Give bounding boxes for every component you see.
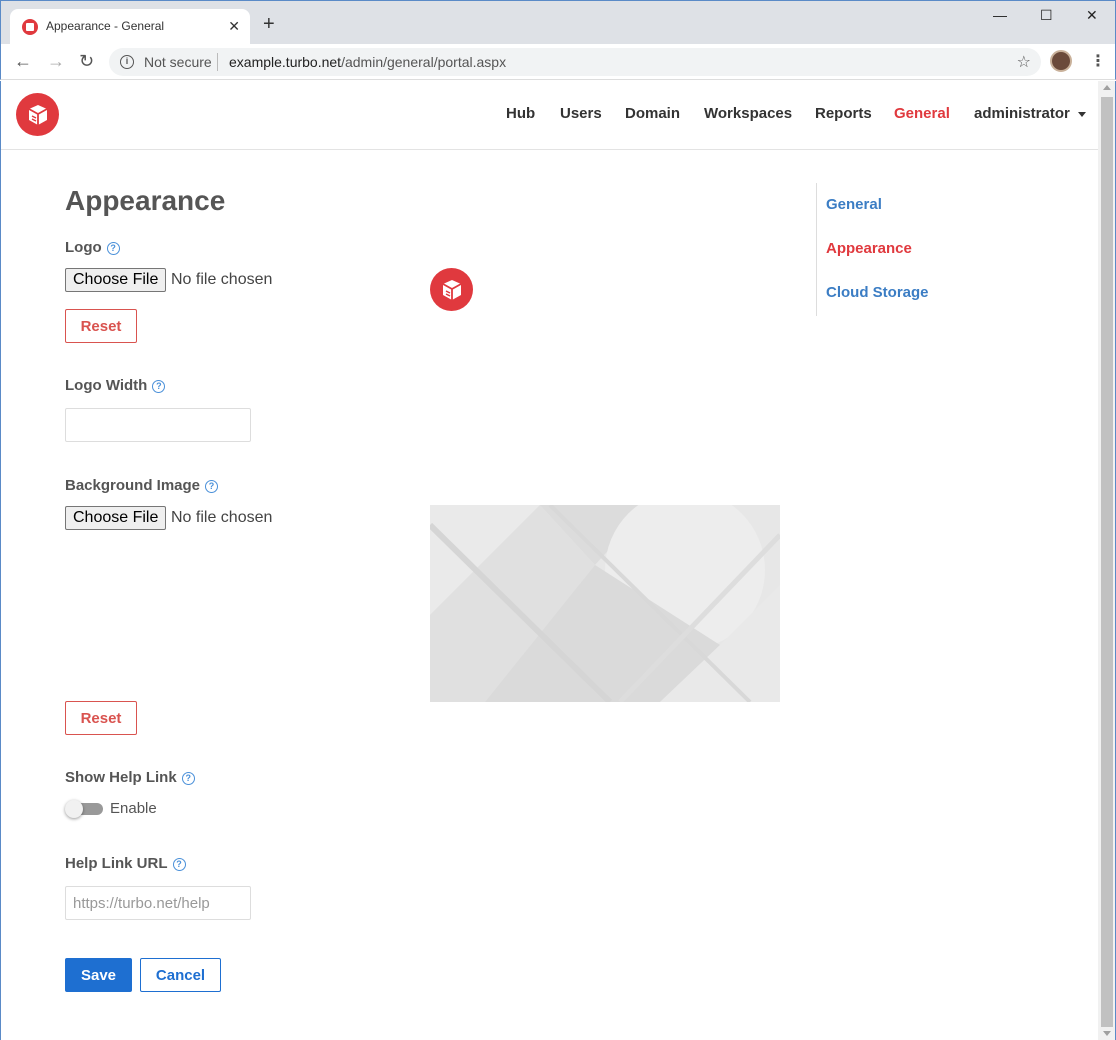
new-tab-icon[interactable]: + — [263, 14, 275, 34]
logo-file-status: No file chosen — [171, 271, 273, 288]
nav-general[interactable]: General — [894, 105, 950, 122]
show-help-link-label: Show Help Link? — [65, 769, 195, 786]
browser-tab[interactable]: Appearance - General ✕ — [10, 9, 250, 45]
logo-choose-file-button[interactable]: Choose File — [65, 268, 167, 292]
close-window-icon[interactable]: ✕ — [1086, 7, 1098, 24]
sidenav-divider — [816, 183, 817, 316]
sidenav-cloud-storage[interactable]: Cloud Storage — [826, 284, 929, 301]
cancel-button[interactable]: Cancel — [140, 958, 221, 992]
help-icon[interactable]: ? — [181, 772, 195, 785]
user-menu[interactable]: administrator — [974, 105, 1086, 122]
scroll-down-icon[interactable] — [1103, 1031, 1111, 1036]
scrollbar-thumb[interactable] — [1101, 97, 1113, 1027]
help-link-toggle-label: Enable — [110, 800, 157, 817]
url-path: /admin/general/portal.aspx — [341, 54, 507, 70]
address-bar[interactable]: i Not secure example.turbo.net/admin/gen… — [109, 48, 1041, 76]
sidenav-general[interactable]: General — [826, 196, 882, 213]
bookmark-star-icon[interactable]: ☆ — [1017, 52, 1031, 72]
page-title: Appearance — [65, 185, 226, 216]
maximize-icon[interactable]: ☐ — [1040, 7, 1053, 24]
help-link-toggle[interactable] — [65, 800, 103, 818]
background-file-status: No file chosen — [171, 509, 273, 526]
help-icon[interactable]: ? — [205, 480, 219, 493]
forward-icon[interactable]: → — [47, 51, 65, 71]
nav-hub[interactable]: Hub — [506, 105, 535, 122]
user-name: administrator — [974, 105, 1070, 122]
browser-menu-icon[interactable]: ⋮ — [1090, 51, 1106, 71]
page-content: Hub Users Domain Workspaces Reports Gene… — [0, 81, 1098, 1040]
tab-title: Appearance - General — [46, 19, 165, 33]
back-icon[interactable]: ← — [14, 51, 32, 71]
logo-preview — [430, 268, 473, 311]
help-icon[interactable]: ? — [106, 242, 120, 255]
cube-icon — [28, 104, 47, 125]
nav-users[interactable]: Users — [560, 105, 602, 122]
security-label: Not secure — [144, 54, 212, 70]
scroll-up-icon[interactable] — [1103, 85, 1111, 90]
minimize-icon[interactable]: — — [993, 7, 1007, 23]
logo-label: Logo? — [65, 239, 120, 256]
browser-toolbar: ← → ↻ i Not secure example.turbo.net/adm… — [0, 44, 1116, 80]
toggle-knob — [65, 800, 83, 818]
url-text[interactable]: example.turbo.net/admin/general/portal.a… — [229, 54, 506, 70]
logo-label-text: Logo — [65, 239, 102, 256]
background-choose-file-button[interactable]: Choose File — [65, 506, 167, 530]
help-icon[interactable]: ? — [152, 380, 166, 393]
logo-reset-button[interactable]: Reset — [65, 309, 137, 343]
nav-domain[interactable]: Domain — [625, 105, 680, 122]
turbo-logo[interactable] — [16, 93, 59, 136]
background-image-label-text: Background Image — [65, 477, 201, 494]
help-link-url-label-text: Help Link URL — [65, 855, 168, 872]
close-tab-icon[interactable]: ✕ — [228, 17, 240, 35]
browser-tabstrip: Appearance - General ✕ + — ☐ ✕ — [0, 0, 1116, 45]
logo-width-label: Logo Width? — [65, 377, 166, 394]
help-link-url-label: Help Link URL? — [65, 855, 186, 872]
caret-down-icon — [1077, 111, 1086, 117]
save-button[interactable]: Save — [65, 958, 132, 992]
url-host: example.turbo.net — [229, 54, 342, 70]
info-icon[interactable]: i — [120, 55, 134, 69]
nav-reports[interactable]: Reports — [815, 105, 872, 122]
help-icon[interactable]: ? — [172, 858, 186, 871]
page-scrollbar[interactable] — [1098, 81, 1116, 1040]
logo-width-label-text: Logo Width — [65, 377, 148, 394]
nav-workspaces[interactable]: Workspaces — [704, 105, 792, 122]
profile-avatar[interactable] — [1050, 50, 1072, 72]
turbo-favicon-icon — [22, 19, 38, 35]
reload-icon[interactable]: ↻ — [79, 51, 94, 71]
show-help-link-label-text: Show Help Link — [65, 769, 177, 786]
help-link-url-input[interactable] — [65, 886, 251, 920]
background-reset-button[interactable]: Reset — [65, 701, 137, 735]
background-pattern — [430, 505, 780, 702]
background-image-preview — [430, 505, 780, 702]
logo-width-input[interactable] — [65, 408, 251, 442]
background-image-label: Background Image? — [65, 477, 219, 494]
address-divider — [217, 53, 218, 71]
sidenav-appearance[interactable]: Appearance — [826, 240, 912, 257]
site-header: Hub Users Domain Workspaces Reports Gene… — [1, 81, 1098, 150]
cube-icon — [442, 279, 461, 300]
